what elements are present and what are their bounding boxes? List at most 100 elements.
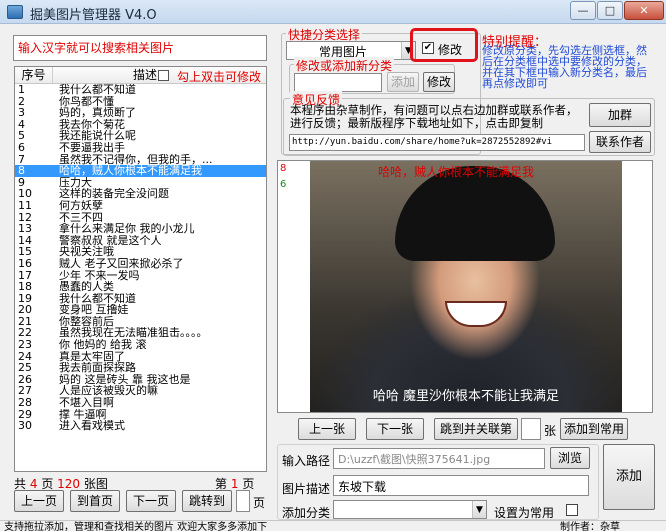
list-item[interactable]: 28 不堪入目啊 xyxy=(15,397,266,409)
column-header-desc[interactable]: 描述 xyxy=(133,67,157,83)
image-preview[interactable]: 8 6 哈哈 魔里沙你根本不能让我满足 哈哈，贼人你根本不能满足我 xyxy=(277,160,653,413)
list-item-text: 撑 牛逼啊 xyxy=(59,408,107,421)
list-item[interactable]: 16 贼人 老子又回来掀必杀了 xyxy=(15,258,266,270)
list-item-number: 1 xyxy=(18,84,25,96)
add-to-common-button[interactable]: 添加到常用 xyxy=(560,418,628,440)
next-page-button[interactable]: 下一页 xyxy=(126,490,176,512)
add-image-button[interactable]: 添加 xyxy=(603,444,655,510)
list-item[interactable]: 25 我去前面探探路 xyxy=(15,362,266,374)
list-item[interactable]: 12 不三不四 xyxy=(15,212,266,224)
list-item[interactable]: 5 我还能说什么呢 xyxy=(15,130,266,142)
status-bar: 支持拖拉添加，管理和查找相关的图片 欢迎大家多多添加下 制作者：杂草 xyxy=(0,520,666,531)
list-item-number: 8 xyxy=(18,165,25,177)
list-item[interactable]: 24 真是太牢固了 xyxy=(15,351,266,363)
list-item[interactable]: 19 我什么都不知道 xyxy=(15,293,266,305)
list-item[interactable]: 21 你整容前后 xyxy=(15,316,266,328)
description-input[interactable]: 东坡下载 xyxy=(333,475,589,496)
list-item-text: 虽然我现在无法瞄准狙击。。。。 xyxy=(59,327,208,340)
status-left: 支持拖拉添加，管理和查找相关的图片 欢迎大家多多添加下 xyxy=(4,522,268,531)
list-item[interactable]: 9 压力大 xyxy=(15,177,266,189)
maximize-button[interactable]: □ xyxy=(597,1,623,20)
prev-image-button[interactable]: 上一张 xyxy=(298,418,356,440)
list-item-text: 贼人 老子又回来掀必杀了 xyxy=(59,257,184,270)
list-item-number: 19 xyxy=(18,292,32,305)
jump-image-input[interactable] xyxy=(521,418,541,440)
category-label: 添加分类 xyxy=(282,506,331,520)
list-item-number: 4 xyxy=(18,118,25,131)
list-item-number: 11 xyxy=(18,199,32,212)
preview-photo: 哈哈 魔里沙你根本不能让我满足 xyxy=(310,161,622,412)
next-image-button[interactable]: 下一张 xyxy=(366,418,424,440)
add-category-select[interactable]: ▼ xyxy=(333,500,487,519)
chevron-down-icon[interactable]: ▼ xyxy=(472,501,486,518)
list-item-text: 不要逼我出手 xyxy=(59,141,125,154)
list-item-number: 6 xyxy=(18,141,25,154)
list-item[interactable]: 29 撑 牛逼啊 xyxy=(15,409,266,421)
modify-category-button[interactable]: 修改 xyxy=(423,72,455,92)
list-item-text: 妈的 这是砖头 靠 我这也是 xyxy=(59,373,191,386)
jump-page-button[interactable]: 跳转到 xyxy=(182,490,232,512)
list-item-number: 2 xyxy=(18,95,25,108)
list-item-number: 26 xyxy=(18,373,32,386)
path-label: 输入路径 xyxy=(282,454,331,468)
paging-current-prefix: 第 xyxy=(215,477,228,491)
set-common-checkbox[interactable] xyxy=(566,504,578,516)
jump-image-button[interactable]: 跳到并关联第 xyxy=(434,418,518,440)
list-item-text: 不三不四 xyxy=(59,211,103,224)
list-item[interactable]: 17 少年 不来一发吗 xyxy=(15,270,266,282)
list-item[interactable]: 15 央视关注哦 xyxy=(15,246,266,258)
list-item-number: 9 xyxy=(18,176,25,189)
list-item[interactable]: 30 进入看戏模式 xyxy=(15,420,266,432)
paging-page-unit: 页 xyxy=(41,477,54,491)
contact-author-button[interactable]: 联系作者 xyxy=(589,131,651,153)
list-item-number: 15 xyxy=(18,246,32,258)
add-category-button[interactable]: 添加 xyxy=(387,72,419,92)
path-input[interactable]: D:\uzzf\截图\快照375641.jpg xyxy=(333,448,545,469)
join-group-button[interactable]: 加群 xyxy=(589,103,651,127)
paging-total-prefix: 共 xyxy=(14,477,27,491)
list-item[interactable]: 3 妈的，真烦断了 xyxy=(15,107,266,119)
list-item[interactable]: 10 这样的装备完全没问题 xyxy=(15,188,266,200)
prev-page-button[interactable]: 上一页 xyxy=(14,490,64,512)
list-item[interactable]: 1 我什么都不知道 xyxy=(15,84,266,96)
list-item[interactable]: 2 你鸟都不懂 xyxy=(15,96,266,108)
edit-list-checkbox[interactable] xyxy=(158,70,169,81)
list-item-number: 20 xyxy=(18,304,32,316)
list-item[interactable]: 20 变身吧 互撸娃 xyxy=(15,304,266,316)
list-item[interactable]: 8 哈哈，贼人你根本不能满足我 xyxy=(15,165,266,177)
list-item[interactable]: 4 我去你个菊花 xyxy=(15,119,266,131)
list-item-number: 14 xyxy=(18,234,32,247)
close-button[interactable]: ✕ xyxy=(624,1,664,20)
list-item[interactable]: 13 拿什么来满足你 我的小龙儿 xyxy=(15,223,266,235)
list-item[interactable]: 23 你 他妈的 给我 滚 xyxy=(15,339,266,351)
list-item-number: 24 xyxy=(18,350,32,363)
list-item[interactable]: 7 虽然我不记得你，但我的手，... xyxy=(15,154,266,166)
list-item-text: 哈哈，贼人你根本不能满足我 xyxy=(59,165,202,177)
first-page-button[interactable]: 到首页 xyxy=(70,490,120,512)
list-item[interactable]: 6 不要逼我出手 xyxy=(15,142,266,154)
paging-current-unit: 页 xyxy=(242,477,255,491)
image-list[interactable]: 序号 描述 勾上双击可修改 1 我什么都不知道 2 你鸟都不懂 3 妈的，真烦断了 4 我去你… xyxy=(14,66,267,472)
edit-category-checkbox[interactable]: ✔ xyxy=(422,42,434,54)
list-item-text: 真是太牢固了 xyxy=(59,350,125,363)
list-body: 1 我什么都不知道 2 你鸟都不懂 3 妈的，真烦断了 4 我去你个菊花 5 我还能说什么呢 6 不要… xyxy=(15,84,266,432)
list-item[interactable]: 11 何方妖孽 xyxy=(15,200,266,212)
jump-page-input[interactable] xyxy=(236,490,250,512)
list-item[interactable]: 22 虽然我现在无法瞄准狙击。。。。 xyxy=(15,327,266,339)
list-item-text: 愚蠢的人类 xyxy=(59,281,114,293)
minimize-button[interactable]: — xyxy=(570,1,596,20)
list-item-text: 警察叔叔 就是这个人 xyxy=(59,234,162,247)
download-url-field[interactable]: http://yun.baidu.com/share/home?uk=28725… xyxy=(289,134,585,151)
browse-button[interactable]: 浏览 xyxy=(550,447,590,469)
list-item[interactable]: 27 人是应该被毁灭的嘛 xyxy=(15,385,266,397)
search-input[interactable]: 输入汉字就可以搜索相关图片 xyxy=(13,35,267,61)
list-item[interactable]: 18 愚蠢的人类 xyxy=(15,281,266,293)
list-item[interactable]: 26 妈的 这是砖头 靠 我这也是 xyxy=(15,374,266,386)
list-item[interactable]: 14 警察叔叔 就是这个人 xyxy=(15,235,266,247)
jump-page-unit: 页 xyxy=(253,496,266,510)
new-category-input[interactable] xyxy=(294,73,382,92)
app-icon xyxy=(7,5,23,19)
list-item-text: 不堪入目啊 xyxy=(59,397,114,409)
list-item-number: 16 xyxy=(18,257,32,270)
column-header-no[interactable]: 序号 xyxy=(15,67,53,83)
